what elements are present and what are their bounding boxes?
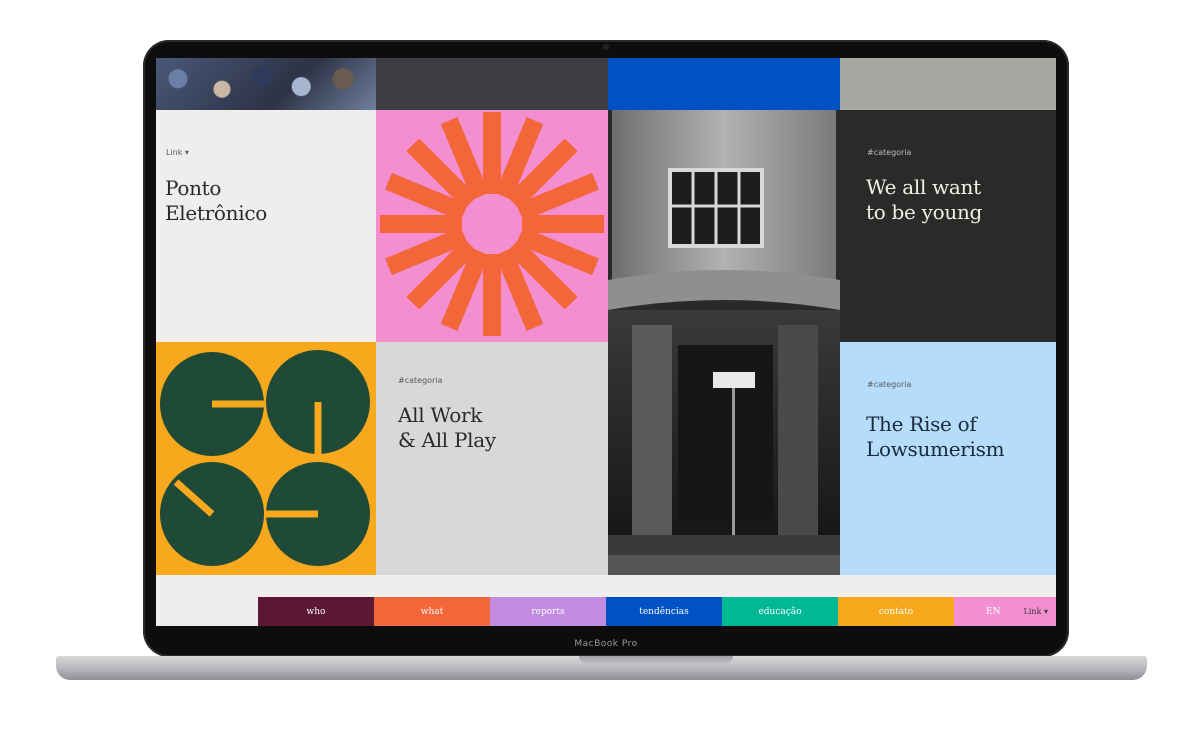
website-screen: Link ▾ Ponto Eletrônico #categoria We al… xyxy=(156,58,1056,626)
nav-item-reports[interactable]: reports xyxy=(490,597,606,626)
ponto-title: Ponto Eletrônico xyxy=(165,176,267,225)
young-title: We all want to be young xyxy=(866,175,983,224)
circle-glyphs-icon xyxy=(160,350,370,566)
sunburst-ray xyxy=(380,215,462,233)
all-work-tile[interactable]: #categoria All Work & All Play xyxy=(376,342,608,575)
category-label: #categoria xyxy=(867,148,912,157)
camera-icon xyxy=(603,44,609,50)
footer-left-space xyxy=(156,597,258,626)
ponto-eletronico-tile[interactable]: Link ▾ Ponto Eletrônico xyxy=(156,110,376,342)
dark-top-tile[interactable] xyxy=(376,58,608,110)
sunburst-ray xyxy=(522,215,604,233)
footer-strip xyxy=(156,575,1056,597)
sunburst-ray xyxy=(483,254,501,336)
sunburst-icon xyxy=(380,112,604,336)
nav-item-tendencias[interactable]: tendências xyxy=(606,597,722,626)
category-label: #categoria xyxy=(398,376,443,385)
sunburst-ray xyxy=(483,112,501,194)
nav-item-contato[interactable]: contato xyxy=(838,597,954,626)
nav-item-language[interactable]: EN Link ▾ xyxy=(954,597,1056,626)
nav-item-en-label: EN xyxy=(986,606,1001,617)
grey-top-tile[interactable] xyxy=(840,58,1056,110)
building-photo-tile[interactable] xyxy=(608,110,840,575)
base-notch xyxy=(579,656,733,664)
nav-item-what[interactable]: what xyxy=(374,597,490,626)
rise-title: The Rise of Lowsumerism xyxy=(866,412,1005,461)
allwork-title: All Work & All Play xyxy=(398,403,496,452)
bezel-label: MacBook Pro xyxy=(574,639,638,649)
circle-glyphs-tile[interactable] xyxy=(156,342,376,575)
language-dropdown[interactable]: Link ▾ xyxy=(1024,597,1048,626)
laptop-base xyxy=(56,656,1147,680)
nav-item-who[interactable]: who xyxy=(258,597,374,626)
category-label: #categoria xyxy=(867,380,912,389)
bottom-nav: who what reports tendências educação con… xyxy=(258,597,1056,626)
crowd-photo-tile[interactable] xyxy=(156,58,376,110)
sunburst-tile[interactable] xyxy=(376,110,608,342)
building-photo xyxy=(608,110,840,575)
blue-top-tile[interactable] xyxy=(608,58,840,110)
nav-item-educacao[interactable]: educação xyxy=(722,597,838,626)
we-all-want-tile[interactable]: #categoria We all want to be young xyxy=(840,110,1056,342)
link-dropdown-label[interactable]: Link ▾ xyxy=(166,148,189,157)
rise-lowsumerism-tile[interactable]: #categoria The Rise of Lowsumerism xyxy=(840,342,1056,575)
